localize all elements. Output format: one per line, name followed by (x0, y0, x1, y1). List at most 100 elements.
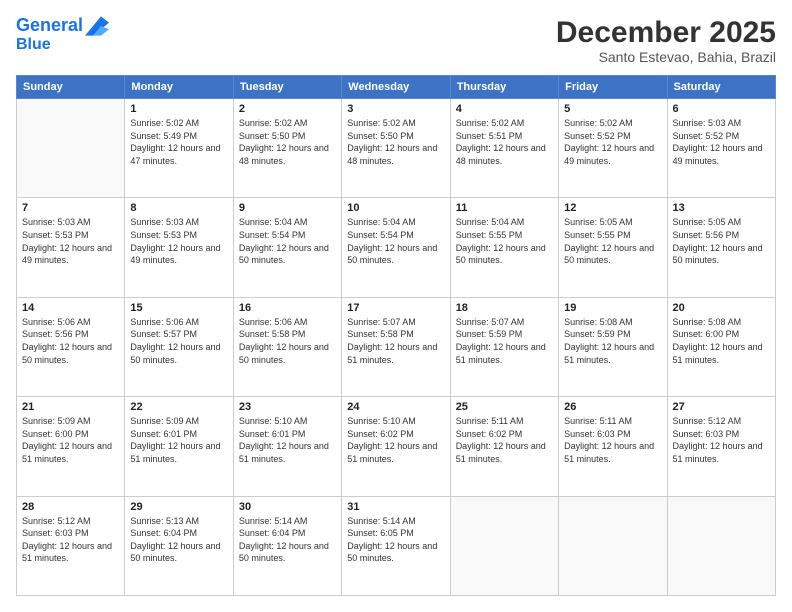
calendar-cell: 17Sunrise: 5:07 AM Sunset: 5:58 PM Dayli… (342, 297, 450, 396)
day-info: Sunrise: 5:13 AM Sunset: 6:04 PM Dayligh… (130, 515, 227, 565)
day-info: Sunrise: 5:02 AM Sunset: 5:50 PM Dayligh… (239, 117, 336, 167)
calendar-header-friday: Friday (559, 76, 667, 99)
day-info: Sunrise: 5:11 AM Sunset: 6:02 PM Dayligh… (456, 415, 553, 465)
day-number: 22 (130, 401, 227, 413)
calendar-cell: 22Sunrise: 5:09 AM Sunset: 6:01 PM Dayli… (125, 397, 233, 496)
calendar-cell (450, 496, 558, 595)
day-info: Sunrise: 5:03 AM Sunset: 5:53 PM Dayligh… (130, 216, 227, 266)
day-number: 8 (130, 202, 227, 214)
calendar-cell: 21 Sunrise: 5:09 AM Sunset: 6:00 PM Dayli… (17, 397, 125, 496)
calendar-cell: 6 Sunrise: 5:03 AM Sunset: 5:52 PM Daylig… (667, 99, 775, 198)
calendar-cell: 30 Sunrise: 5:14 AM Sunset: 6:04 PM Dayli… (233, 496, 341, 595)
day-number: 14 (22, 302, 119, 314)
day-number: 29 (130, 501, 227, 513)
calendar-cell: 10 Sunrise: 5:04 AM Sunset: 5:54 PM Dayli… (342, 198, 450, 297)
calendar-week-2: 14Sunrise: 5:06 AM Sunset: 5:56 PM Dayli… (17, 297, 776, 396)
day-info: Sunrise: 5:02 AM Sunset: 5:51 PM Dayligh… (456, 117, 553, 167)
calendar-cell: 19Sunrise: 5:08 AM Sunset: 5:59 PM Dayli… (559, 297, 667, 396)
day-info: Sunrise: 5:07 AM Sunset: 5:58 PM Dayligh… (347, 316, 444, 366)
day-info: Sunrise: 5:14 AM Sunset: 6:05 PM Dayligh… (347, 515, 444, 565)
calendar-header-saturday: Saturday (667, 76, 775, 99)
day-number: 18 (456, 302, 553, 314)
calendar-cell: 1Sunrise: 5:02 AM Sunset: 5:49 PM Daylig… (125, 99, 233, 198)
calendar-header-sunday: Sunday (17, 76, 125, 99)
day-number: 7 (22, 202, 119, 214)
calendar-week-0: 1Sunrise: 5:02 AM Sunset: 5:49 PM Daylig… (17, 99, 776, 198)
calendar-cell: 29 Sunrise: 5:13 AM Sunset: 6:04 PM Dayli… (125, 496, 233, 595)
day-info: Sunrise: 5:11 AM Sunset: 6:03 PM Dayligh… (564, 415, 661, 465)
logo: General Blue (16, 16, 109, 54)
day-info: Sunrise: 5:04 AM Sunset: 5:54 PM Dayligh… (239, 216, 336, 266)
calendar-cell: 3 Sunrise: 5:02 AM Sunset: 5:50 PM Daylig… (342, 99, 450, 198)
day-info: Sunrise: 5:10 AM Sunset: 6:01 PM Dayligh… (239, 415, 336, 465)
logo-icon (85, 16, 109, 36)
day-info: Sunrise: 5:04 AM Sunset: 5:54 PM Dayligh… (347, 216, 444, 266)
day-number: 28 (22, 501, 119, 513)
day-info: Sunrise: 5:08 AM Sunset: 6:00 PM Dayligh… (673, 316, 770, 366)
day-number: 13 (673, 202, 770, 214)
calendar-cell: 2Sunrise: 5:02 AM Sunset: 5:50 PM Daylig… (233, 99, 341, 198)
day-number: 3 (347, 103, 444, 115)
day-info: Sunrise: 5:14 AM Sunset: 6:04 PM Dayligh… (239, 515, 336, 565)
calendar-cell: 27 Sunrise: 5:12 AM Sunset: 6:03 PM Dayli… (667, 397, 775, 496)
calendar-header-row: SundayMondayTuesdayWednesdayThursdayFrid… (17, 76, 776, 99)
day-info: Sunrise: 5:05 AM Sunset: 5:56 PM Dayligh… (673, 216, 770, 266)
day-number: 9 (239, 202, 336, 214)
calendar-cell: 16 Sunrise: 5:06 AM Sunset: 5:58 PM Dayli… (233, 297, 341, 396)
calendar-cell: 9 Sunrise: 5:04 AM Sunset: 5:54 PM Daylig… (233, 198, 341, 297)
day-number: 24 (347, 401, 444, 413)
day-info: Sunrise: 5:03 AM Sunset: 5:52 PM Dayligh… (673, 117, 770, 167)
calendar-cell: 24 Sunrise: 5:10 AM Sunset: 6:02 PM Dayli… (342, 397, 450, 496)
calendar-cell: 13 Sunrise: 5:05 AM Sunset: 5:56 PM Dayli… (667, 198, 775, 297)
logo-text-blue: Blue (16, 36, 109, 54)
calendar-week-3: 21 Sunrise: 5:09 AM Sunset: 6:00 PM Dayli… (17, 397, 776, 496)
day-number: 27 (673, 401, 770, 413)
calendar-cell: 20 Sunrise: 5:08 AM Sunset: 6:00 PM Dayli… (667, 297, 775, 396)
calendar-cell: 31 Sunrise: 5:14 AM Sunset: 6:05 PM Dayli… (342, 496, 450, 595)
calendar-cell: 14Sunrise: 5:06 AM Sunset: 5:56 PM Dayli… (17, 297, 125, 396)
calendar-cell: 25 Sunrise: 5:11 AM Sunset: 6:02 PM Dayli… (450, 397, 558, 496)
day-number: 6 (673, 103, 770, 115)
calendar-table: SundayMondayTuesdayWednesdayThursdayFrid… (16, 75, 776, 596)
calendar-cell (559, 496, 667, 595)
day-number: 1 (130, 103, 227, 115)
calendar-header-monday: Monday (125, 76, 233, 99)
calendar-week-4: 28Sunrise: 5:12 AM Sunset: 6:03 PM Dayli… (17, 496, 776, 595)
page-header: General Blue December 2025 Santo Estevao… (16, 16, 776, 65)
calendar-cell: 23Sunrise: 5:10 AM Sunset: 6:01 PM Dayli… (233, 397, 341, 496)
calendar-cell (667, 496, 775, 595)
calendar-cell: 15Sunrise: 5:06 AM Sunset: 5:57 PM Dayli… (125, 297, 233, 396)
calendar-cell: 4 Sunrise: 5:02 AM Sunset: 5:51 PM Daylig… (450, 99, 558, 198)
calendar-cell: 12Sunrise: 5:05 AM Sunset: 5:55 PM Dayli… (559, 198, 667, 297)
calendar-cell: 28Sunrise: 5:12 AM Sunset: 6:03 PM Dayli… (17, 496, 125, 595)
day-number: 4 (456, 103, 553, 115)
day-number: 5 (564, 103, 661, 115)
title-block: December 2025 Santo Estevao, Bahia, Braz… (556, 16, 776, 65)
calendar-header-wednesday: Wednesday (342, 76, 450, 99)
day-number: 30 (239, 501, 336, 513)
calendar-cell: 26 Sunrise: 5:11 AM Sunset: 6:03 PM Dayli… (559, 397, 667, 496)
day-info: Sunrise: 5:06 AM Sunset: 5:58 PM Dayligh… (239, 316, 336, 366)
calendar-week-1: 7 Sunrise: 5:03 AM Sunset: 5:53 PM Daylig… (17, 198, 776, 297)
day-number: 10 (347, 202, 444, 214)
day-number: 26 (564, 401, 661, 413)
day-number: 25 (456, 401, 553, 413)
day-number: 20 (673, 302, 770, 314)
day-info: Sunrise: 5:07 AM Sunset: 5:59 PM Dayligh… (456, 316, 553, 366)
day-number: 19 (564, 302, 661, 314)
day-info: Sunrise: 5:10 AM Sunset: 6:02 PM Dayligh… (347, 415, 444, 465)
day-info: Sunrise: 5:06 AM Sunset: 5:57 PM Dayligh… (130, 316, 227, 366)
calendar-subtitle: Santo Estevao, Bahia, Brazil (556, 49, 776, 65)
calendar-cell: 8 Sunrise: 5:03 AM Sunset: 5:53 PM Daylig… (125, 198, 233, 297)
day-info: Sunrise: 5:02 AM Sunset: 5:50 PM Dayligh… (347, 117, 444, 167)
day-info: Sunrise: 5:09 AM Sunset: 6:00 PM Dayligh… (22, 415, 119, 465)
logo-text-general: General (16, 16, 83, 36)
calendar-cell (17, 99, 125, 198)
calendar-cell: 5 Sunrise: 5:02 AM Sunset: 5:52 PM Daylig… (559, 99, 667, 198)
day-number: 31 (347, 501, 444, 513)
calendar-header-tuesday: Tuesday (233, 76, 341, 99)
day-info: Sunrise: 5:12 AM Sunset: 6:03 PM Dayligh… (673, 415, 770, 465)
day-info: Sunrise: 5:02 AM Sunset: 5:52 PM Dayligh… (564, 117, 661, 167)
day-number: 16 (239, 302, 336, 314)
day-number: 21 (22, 401, 119, 413)
